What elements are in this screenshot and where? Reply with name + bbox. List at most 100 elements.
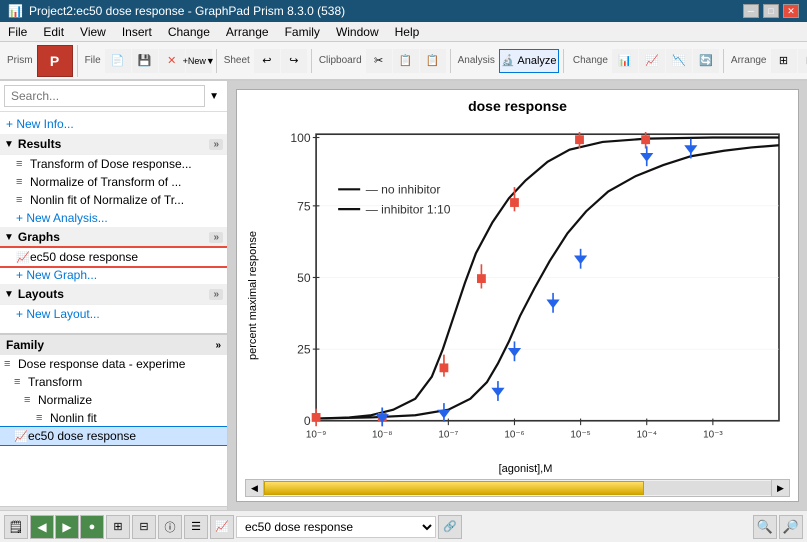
analyze-button[interactable]: 🔬 Analyze [499, 49, 559, 73]
family-item-nonlin[interactable]: ≡ Nonlin fit [0, 409, 227, 427]
search-input[interactable] [4, 85, 205, 107]
graph-scrollbar: ◀ ▶ [245, 479, 790, 497]
maximize-button[interactable]: □ [763, 4, 779, 18]
toolbar-sheet-group: Sheet ↩ ↪ [221, 49, 312, 73]
nonlin-family-label: Nonlin fit [50, 411, 97, 425]
search-dropdown-arrow[interactable]: ▼ [205, 91, 223, 102]
window-title: 📊 Project2:ec50 dose response - GraphPad… [8, 4, 345, 18]
transform-label: Transform of Dose response... [30, 157, 192, 171]
new-layout-item[interactable]: + New Layout... [0, 305, 227, 323]
results-badge[interactable]: » [209, 139, 223, 150]
change-btn2[interactable]: 📈 [639, 49, 665, 73]
menu-file[interactable]: File [0, 23, 35, 41]
nav-refresh-button[interactable]: ● [80, 515, 104, 539]
ec50-graph-label: ec50 dose response [30, 250, 138, 264]
graphs-section-header[interactable]: ▼ Graphs » [0, 227, 227, 248]
copy-button[interactable]: 📋 [393, 49, 419, 73]
graph-icon-ec50: 📈 [16, 251, 30, 264]
nonlin-label: Nonlin fit of Normalize of Tr... [30, 193, 184, 207]
change-btn1[interactable]: 📊 [612, 49, 638, 73]
info-button[interactable]: ⓘ [158, 515, 182, 539]
main-content: ▼ + New Info... ▼ Results » ≡ Transform … [0, 81, 807, 510]
graph-button[interactable]: 📈 [210, 515, 234, 539]
sheet-selector[interactable]: ec50 dose response [236, 516, 436, 538]
toolbar-change-group: Change 📊 📈 📉 🔄 [570, 49, 724, 73]
new-graph-item[interactable]: + New Graph... [0, 266, 227, 284]
sheet-button[interactable]: ☰ [184, 515, 208, 539]
close-button[interactable]: ✕ [783, 4, 799, 18]
list-view-button[interactable]: ⊟ [132, 515, 156, 539]
graph-title: dose response [245, 98, 790, 114]
menu-edit[interactable]: Edit [35, 23, 72, 41]
family-item-dose-response[interactable]: ≡ Dose response data - experime [0, 355, 227, 373]
new-analysis-label: + New Analysis... [16, 211, 108, 225]
undo-button[interactable]: ↩ [254, 49, 280, 73]
menu-family[interactable]: Family [277, 23, 328, 41]
change-btn4[interactable]: 🔄 [693, 49, 719, 73]
scrollbar-thumb[interactable] [264, 481, 644, 495]
tree-item-nonlin[interactable]: ≡ Nonlin fit of Normalize of Tr... [0, 191, 227, 209]
arrange-btn2[interactable]: ⊟ [798, 49, 807, 73]
tree-item-ec50-graph[interactable]: 📈 ec50 dose response [0, 248, 227, 266]
redo-button[interactable]: ↪ [281, 49, 307, 73]
family-item-normalize[interactable]: ≡ Normalize [0, 391, 227, 409]
family-item-transform[interactable]: ≡ Transform [0, 373, 227, 391]
graphs-badge[interactable]: » [209, 232, 223, 243]
transform-family-label: Transform [28, 375, 82, 389]
menu-change[interactable]: Change [160, 23, 218, 41]
family-table-icon-3: ≡ [24, 394, 38, 406]
minimize-button[interactable]: ─ [743, 4, 759, 18]
panel-resize-handle[interactable] [0, 506, 227, 510]
new-layout-label: + New Layout... [16, 307, 100, 321]
toolbar-row1: Prism P File 📄 💾 ✕ +New▼ Sheet ↩ ↪ Clipb… [0, 42, 807, 80]
window-controls[interactable]: ─ □ ✕ [743, 4, 799, 18]
family-item-ec50[interactable]: 📈 ec50 dose response [0, 427, 227, 445]
nav-first-button[interactable]: 🗒 [4, 515, 28, 539]
new-button[interactable]: 📄 [105, 49, 131, 73]
toolbar-clipboard-group: Clipboard ✂ 📋 📋 [316, 49, 451, 73]
svg-text:10⁻⁸: 10⁻⁸ [372, 429, 392, 440]
title-bar: 📊 Project2:ec50 dose response - GraphPad… [0, 0, 807, 22]
cut-button[interactable]: ✂ [366, 49, 392, 73]
svg-text:— inhibitor 1:10: — inhibitor 1:10 [366, 203, 451, 217]
clipboard-label: Clipboard [316, 55, 365, 66]
tree-item-normalize[interactable]: ≡ Normalize of Transform of ... [0, 173, 227, 191]
link-button[interactable]: 🔗 [438, 515, 462, 539]
svg-text:10⁻⁹: 10⁻⁹ [306, 429, 327, 440]
scrollbar-track[interactable] [264, 481, 771, 495]
scroll-left-arrow[interactable]: ◀ [246, 480, 264, 496]
results-section-header[interactable]: ▼ Results » [0, 134, 227, 155]
family-badge[interactable]: » [215, 340, 221, 351]
prism-logo-button[interactable]: P [37, 45, 73, 77]
new-info-item[interactable]: + New Info... [0, 114, 227, 134]
svg-text:10⁻⁶: 10⁻⁶ [504, 429, 524, 440]
save-button[interactable]: 💾 [132, 49, 158, 73]
layouts-badge[interactable]: » [209, 289, 223, 300]
list-icon: ⊟ [139, 520, 148, 533]
nav-prev-button[interactable]: ◀ [30, 515, 54, 539]
menu-window[interactable]: Window [328, 23, 387, 41]
analysis-label: Analysis [455, 55, 498, 66]
new-analysis-item[interactable]: + New Analysis... [0, 209, 227, 227]
menu-help[interactable]: Help [387, 23, 428, 41]
close-file-button[interactable]: ✕ [159, 49, 185, 73]
nav-next-button[interactable]: ▶ [55, 515, 79, 539]
arrange-btn1[interactable]: ⊞ [771, 49, 797, 73]
menu-arrange[interactable]: Arrange [218, 23, 277, 41]
y-axis-label: percent maximal response [245, 116, 261, 475]
nav-prev-icon: ◀ [37, 520, 46, 534]
paste-button[interactable]: 📋 [420, 49, 446, 73]
zoom-out-button[interactable]: 🔍 [753, 515, 777, 539]
menu-insert[interactable]: Insert [114, 23, 160, 41]
change-btn3[interactable]: 📉 [666, 49, 692, 73]
scroll-right-arrow[interactable]: ▶ [771, 480, 789, 496]
menu-view[interactable]: View [72, 23, 114, 41]
table-icon-3: ≡ [16, 194, 30, 206]
grid-view-button[interactable]: ⊞ [106, 515, 130, 539]
toolbar-file-group: File 📄 💾 ✕ +New▼ [82, 49, 217, 73]
new-plus-button[interactable]: +New▼ [186, 49, 212, 73]
family-header[interactable]: Family » [0, 335, 227, 355]
tree-item-transform[interactable]: ≡ Transform of Dose response... [0, 155, 227, 173]
layouts-section-header[interactable]: ▼ Layouts » [0, 284, 227, 305]
zoom-in-button[interactable]: 🔎 [779, 515, 803, 539]
